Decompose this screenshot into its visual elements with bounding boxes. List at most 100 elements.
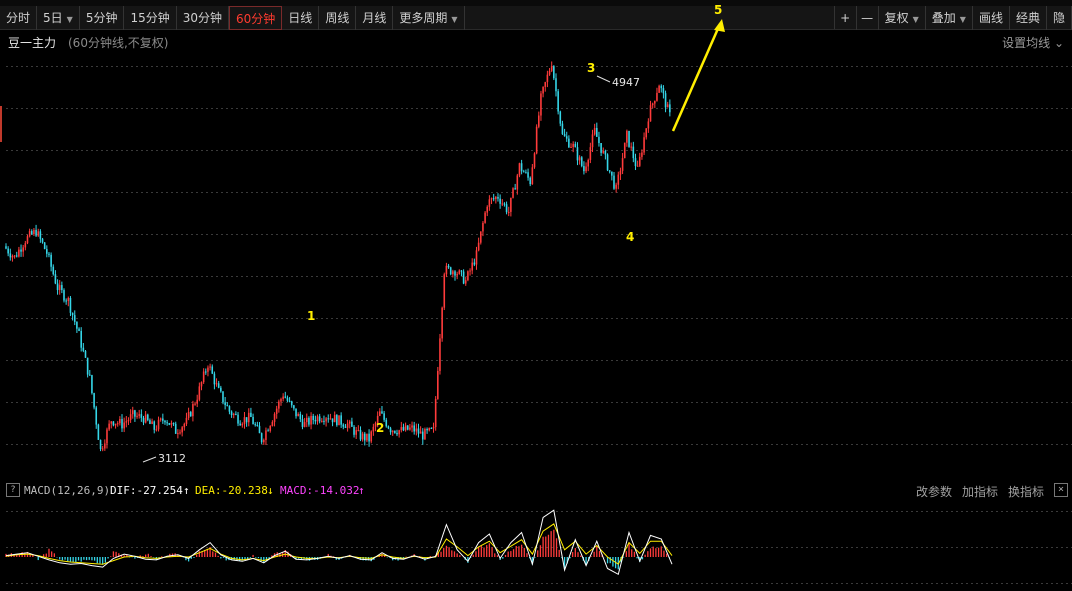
candle-body <box>404 425 407 431</box>
candle-body <box>136 415 138 417</box>
candle-body <box>656 92 658 101</box>
candle-body <box>106 429 108 444</box>
candle-body <box>598 136 600 144</box>
candle-body <box>273 413 276 422</box>
candle-body <box>280 399 282 402</box>
candle-body <box>458 270 461 274</box>
candle-body <box>33 229 35 235</box>
candle-body <box>95 407 98 425</box>
wave-label-4: 4 <box>626 230 634 244</box>
candle-body <box>110 421 113 424</box>
macd-chart[interactable] <box>0 499 1072 591</box>
candle-body <box>611 171 613 176</box>
candle-body <box>308 417 310 425</box>
candle-body <box>638 156 641 166</box>
candle-body <box>634 158 637 167</box>
candle-body <box>361 433 364 440</box>
candle-body <box>116 423 119 425</box>
macd-dea-value: DEA:-20.238 <box>195 484 268 497</box>
candle-body <box>379 411 381 416</box>
candle-body <box>18 249 20 257</box>
indicator-link-2[interactable]: 换指标 <box>1008 485 1044 499</box>
candle-body <box>469 270 471 272</box>
candle-body <box>263 439 265 443</box>
candle-body <box>394 430 396 433</box>
candle-body <box>589 147 592 160</box>
candle-body <box>559 111 562 124</box>
candle-body <box>555 78 557 92</box>
candle-body <box>22 247 24 252</box>
candle-body <box>232 413 235 416</box>
help-icon[interactable]: ? <box>6 483 20 497</box>
candle-body <box>437 370 439 399</box>
candle-body <box>510 197 512 212</box>
candle-body <box>271 421 274 426</box>
candle-body <box>649 105 652 122</box>
candle-body <box>88 374 91 376</box>
candle-body <box>662 88 665 94</box>
candle-body <box>258 425 261 434</box>
candle-body <box>129 414 132 420</box>
candle-body <box>503 203 506 205</box>
candle-body <box>447 265 450 268</box>
candle-body <box>570 146 572 148</box>
candle-body <box>467 271 469 281</box>
candle-body <box>488 199 491 207</box>
candle-body <box>344 426 347 428</box>
candle-body <box>170 422 173 425</box>
candle-body <box>531 167 534 185</box>
candle-body <box>187 412 190 418</box>
arrow-head-icon <box>714 19 725 32</box>
candle-body <box>125 421 128 423</box>
candle-body <box>449 267 452 275</box>
candle-body <box>587 159 590 167</box>
indicator-link-0[interactable]: 改参数 <box>916 485 952 499</box>
candle-body <box>441 307 443 339</box>
candle-body <box>297 414 299 417</box>
candle-body <box>538 115 540 127</box>
candle-body <box>499 198 501 204</box>
candle-body <box>46 249 48 254</box>
candle-body <box>331 418 334 423</box>
candle-body <box>97 424 100 440</box>
candle-body <box>387 426 390 429</box>
candle-body <box>576 147 579 161</box>
candle-body <box>535 126 538 154</box>
macd-grid <box>6 511 1072 584</box>
candle-body <box>583 166 585 172</box>
candle-body <box>336 415 338 426</box>
candle-body <box>50 254 52 267</box>
candle-body <box>52 266 55 275</box>
candle-body <box>396 432 398 435</box>
candle-body <box>658 85 660 93</box>
candle-body <box>310 415 312 425</box>
indicator-links: 改参数 加指标 换指标 <box>906 483 1044 500</box>
candle-body <box>73 315 76 322</box>
candle-body <box>162 418 164 421</box>
candle-body <box>316 416 319 422</box>
candle-body <box>228 406 231 412</box>
candle-body <box>202 371 205 383</box>
candle-body <box>172 422 175 424</box>
candle-body <box>108 423 110 430</box>
candle-body <box>419 431 422 434</box>
candle-body <box>301 419 304 427</box>
close-icon[interactable]: × <box>1054 483 1068 497</box>
indicator-link-1[interactable]: 加指标 <box>962 485 998 499</box>
candle-body <box>602 150 605 153</box>
candle-body <box>585 166 587 172</box>
candle-body <box>520 163 523 172</box>
candle-body <box>318 416 321 422</box>
candle-body <box>185 417 188 424</box>
candle-body <box>295 408 297 417</box>
candle-body <box>54 274 57 284</box>
candle-body <box>630 146 632 148</box>
dea-arrow-icon: ↓ <box>267 484 274 497</box>
candle-body <box>183 423 186 428</box>
candle-body <box>413 425 415 432</box>
candle-body <box>398 430 400 435</box>
candle-body <box>578 157 581 161</box>
candlestick-chart[interactable]: 1 2 3 4 5 4947 3112 <box>0 0 1072 480</box>
candle-body <box>13 255 16 257</box>
candle-body <box>664 93 667 108</box>
